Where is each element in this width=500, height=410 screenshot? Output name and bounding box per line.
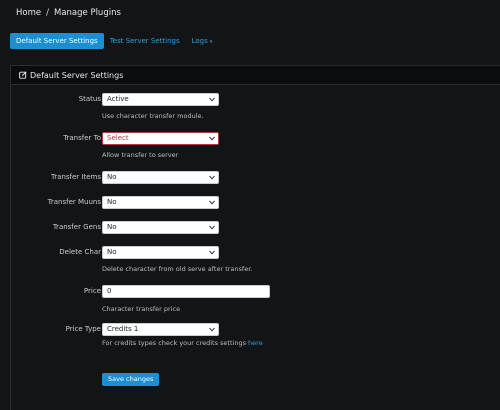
transfer-muuns-select[interactable]: No [102,196,219,209]
panel-header: Default Server Settings [11,66,500,85]
price-type-label: Price Type [65,325,101,333]
transfer-items-label: Transfer Items [51,173,101,181]
credits-settings-link[interactable]: here [248,339,263,347]
chevron-down-icon [209,97,215,102]
tab-logs-label: Logs [191,37,208,45]
settings-panel: Default Server Settings Status Active Us… [10,65,500,410]
transfer-to-select[interactable]: Select [102,132,219,145]
chevron-down-icon: ▾ [209,39,213,45]
transfer-to-help: Allow transfer to server [102,151,179,159]
breadcrumb-current-link[interactable]: Manage Plugins [54,8,121,18]
transfer-items-select[interactable]: No [102,171,219,184]
delete-char-value: No [107,248,117,256]
transfer-to-label: Transfer To [63,134,101,142]
price-help: Character transfer price [102,305,181,313]
save-button[interactable]: Save changes [102,373,160,386]
price-value: 0 [107,287,112,295]
chevron-down-icon [209,250,215,255]
status-value: Active [107,95,129,103]
transfer-items-value: No [107,173,117,181]
transfer-gens-value: No [107,223,117,231]
status-select[interactable]: Active [102,93,219,106]
panel-title: Default Server Settings [30,70,124,80]
chevron-down-icon [209,225,215,230]
tab-default-server-settings[interactable]: Default Server Settings [10,33,104,49]
chevron-down-icon [209,200,215,205]
breadcrumb-separator: / [46,8,49,18]
tab-logs[interactable]: Logs ▾ [186,33,219,49]
delete-char-label: Delete Char [59,248,101,256]
price-type-select[interactable]: Credits 1 [102,323,219,336]
transfer-to-value: Select [107,134,129,142]
price-input[interactable]: 0 [102,285,270,298]
delete-char-help: Delete character from old serve after tr… [102,265,253,273]
status-label: Status [78,95,101,103]
tab-bar: Default Server Settings Test Server Sett… [10,33,218,49]
tab-test-server-settings[interactable]: Test Server Settings [104,33,186,49]
chevron-down-icon [209,136,215,141]
breadcrumb: Home / Manage Plugins [16,8,121,18]
delete-char-select[interactable]: No [102,246,219,259]
status-help: Use character transfer module. [102,112,204,120]
transfer-gens-label: Transfer Gens [52,223,101,231]
transfer-gens-select[interactable]: No [102,221,219,234]
price-label: Price [83,287,101,295]
chevron-down-icon [209,327,215,332]
price-type-value: Credits 1 [107,325,139,333]
price-type-help: For credits types check your credits set… [102,339,263,347]
edit-icon [19,71,27,79]
transfer-muuns-label: Transfer Muuns [47,198,101,206]
transfer-muuns-value: No [107,198,117,206]
breadcrumb-home-link[interactable]: Home [16,8,41,18]
price-type-help-text: For credits types check your credits set… [102,339,246,347]
chevron-down-icon [209,175,215,180]
